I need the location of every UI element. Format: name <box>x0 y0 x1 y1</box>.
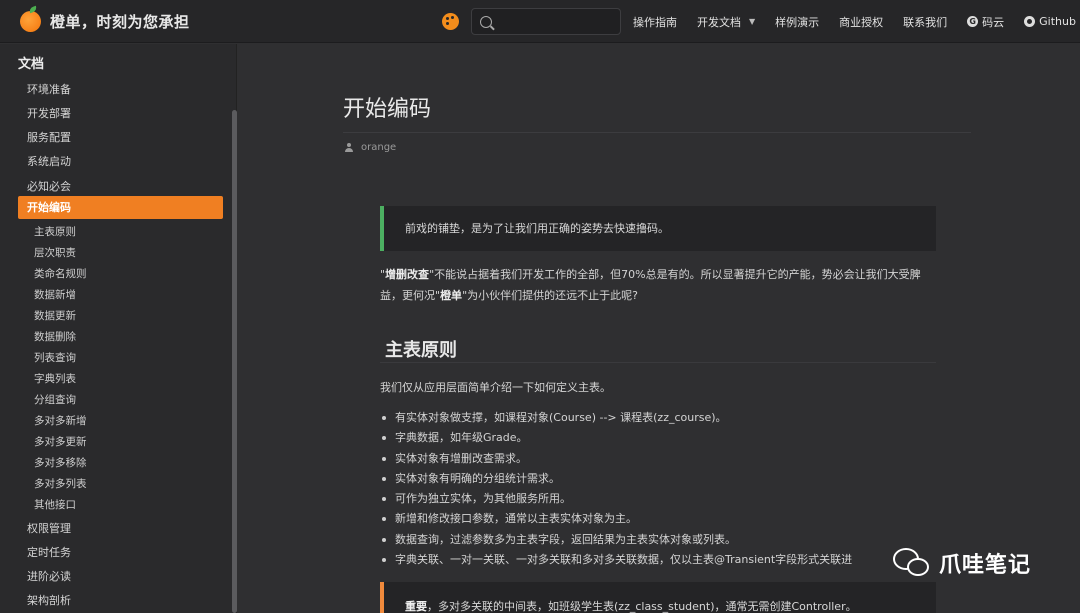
nav-link-gitee[interactable]: G 码云 <box>967 14 1004 30</box>
title-divider <box>343 132 971 133</box>
search-icon <box>480 15 492 28</box>
nav-link-contact[interactable]: 联系我们 <box>903 14 947 30</box>
palette-icon[interactable] <box>442 13 459 30</box>
search-input[interactable] <box>498 14 618 29</box>
brand[interactable]: 橙单，时刻为您承担 <box>20 10 190 32</box>
list-item: 实体对象有明确的分组统计需求。 <box>380 469 936 489</box>
sidebar-subitem[interactable]: 多对多新增 <box>34 413 87 428</box>
sidebar-heading: 文档 <box>18 57 45 72</box>
sidebar-item-start-coding[interactable]: 开始编码 <box>18 196 223 219</box>
page-title: 开始编码 <box>343 97 432 122</box>
bold-term-crud: 增删改查 <box>385 268 430 281</box>
important-note: 重要，多对多关联的中间表，如班级学生表(zz_class_student)，通常… <box>380 582 936 613</box>
gitee-icon: G <box>967 16 979 27</box>
nav-links: 操作指南 开发文档 ▼ 样例演示 商业授权 联系我们 G 码云 Github <box>633 14 1080 30</box>
sidebar-subitem[interactable]: 主表原则 <box>34 224 76 239</box>
brand-title[interactable]: 橙单，时刻为您承担 <box>50 11 190 32</box>
main-content: 开始编码 orange 前戏的铺垫，是为了让我们用正确的姿势去快速撸码。 "增删… <box>238 44 1080 613</box>
important-label: 重要 <box>405 600 427 613</box>
sidebar-scrollbar[interactable] <box>232 110 237 613</box>
list-item: 字典数据，如年级Grade。 <box>380 428 936 448</box>
sidebar-subitem[interactable]: 多对多更新 <box>34 434 87 449</box>
sidebar-subitem[interactable]: 字典列表 <box>34 371 76 386</box>
list-item: 数据查询，过滤参数多为主表字段，返回结果为主表实体对象或列表。 <box>380 530 936 550</box>
sidebar-item-schedule[interactable]: 定时任务 <box>27 544 71 560</box>
list-item: 可作为独立实体，为其他服务所用。 <box>380 489 936 509</box>
watermark: 爪哇笔记 <box>893 546 1031 580</box>
sidebar-subitem[interactable]: 列表查询 <box>34 350 76 365</box>
sidebar-subitem[interactable]: 多对多移除 <box>34 455 87 470</box>
tip-note: 前戏的铺垫，是为了让我们用正确的姿势去快速撸码。 <box>380 206 936 251</box>
sidebar-item-permission[interactable]: 权限管理 <box>27 520 71 536</box>
nav-link-guide[interactable]: 操作指南 <box>633 14 677 30</box>
sidebar-item-deploy[interactable]: 开发部署 <box>27 105 71 121</box>
github-icon <box>1024 16 1036 27</box>
important-text: ，多对多关联的中间表，如班级学生表(zz_class_student)，通常无需… <box>427 600 857 613</box>
chevron-down-icon: ▼ <box>749 17 756 26</box>
list-item: 新增和修改接口参数，通常以主表实体对象为主。 <box>380 509 936 529</box>
paragraph-text: "为小伙伴们提供的还远不止于此呢? <box>462 289 638 302</box>
sidebar-subitem[interactable]: 数据删除 <box>34 329 76 344</box>
nav-link-dev-docs-label: 开发文档 <box>697 15 741 29</box>
wechat-icon <box>893 546 933 580</box>
list-item: 字典关联、一对一关联、一对多关联和多对多关联数据，仅以主表@Transient字… <box>380 550 936 570</box>
nav-link-github[interactable]: Github <box>1024 15 1076 28</box>
intro-paragraph: "增删改查"不能说占据着我们开发工作的全部，但70%总是有的。所以显著提升它的产… <box>380 264 936 306</box>
sidebar-subitem[interactable]: 层次职责 <box>34 245 76 260</box>
section-title: 主表原则 <box>385 340 457 361</box>
sidebar-subitem[interactable]: 数据更新 <box>34 308 76 323</box>
sidebar-item-startup[interactable]: 系统启动 <box>27 153 71 169</box>
sidebar-subitem[interactable]: 多对多列表 <box>34 476 87 491</box>
sidebar-subitem[interactable]: 类命名规则 <box>34 266 87 281</box>
nav-link-demo[interactable]: 样例演示 <box>775 14 819 30</box>
nav-link-dev-docs[interactable]: 开发文档 ▼ <box>697 14 755 30</box>
sidebar-item-config[interactable]: 服务配置 <box>27 129 71 145</box>
principle-list: 有实体对象做支撑，如课程对象(Course) --> 课程表(zz_course… <box>380 408 936 570</box>
user-icon <box>345 143 353 152</box>
bold-term-brand: 橙单 <box>440 289 463 302</box>
list-item: 有实体对象做支撑，如课程对象(Course) --> 课程表(zz_course… <box>380 408 936 428</box>
nav-link-license[interactable]: 商业授权 <box>839 14 883 30</box>
sidebar-subitem[interactable]: 分组查询 <box>34 392 76 407</box>
orange-logo-icon <box>20 10 41 32</box>
search-box[interactable] <box>471 8 621 35</box>
author-line: orange <box>345 142 396 153</box>
watermark-text: 爪哇笔记 <box>939 553 1032 578</box>
sidebar-item-env[interactable]: 环境准备 <box>27 81 71 97</box>
sidebar-item-advanced[interactable]: 进阶必读 <box>27 568 71 584</box>
nav-link-gitee-label: 码云 <box>982 15 1005 29</box>
section-intro: 我们仅从应用层面简单介绍一下如何定义主表。 <box>380 381 611 394</box>
nav-link-github-label: Github <box>1039 15 1076 28</box>
sidebar-subitem[interactable]: 数据新增 <box>34 287 76 302</box>
sidebar-item-architecture[interactable]: 架构剖析 <box>27 592 71 608</box>
sidebar-subitem[interactable]: 其他接口 <box>34 497 76 512</box>
section-divider <box>380 362 936 363</box>
list-item: 实体对象有增删改查需求。 <box>380 449 936 469</box>
top-bar: 橙单，时刻为您承担 操作指南 开发文档 ▼ 样例演示 商业授权 联系我们 G 码… <box>0 0 1080 43</box>
author-name: orange <box>361 142 397 153</box>
nav-right: 操作指南 开发文档 ▼ 样例演示 商业授权 联系我们 G 码云 Github <box>442 0 1080 43</box>
sidebar-item-must-know[interactable]: 必知必会 <box>27 178 71 194</box>
sidebar: 文档 环境准备 开发部署 服务配置 系统启动 必知必会 开始编码 主表原则 层次… <box>0 44 237 613</box>
